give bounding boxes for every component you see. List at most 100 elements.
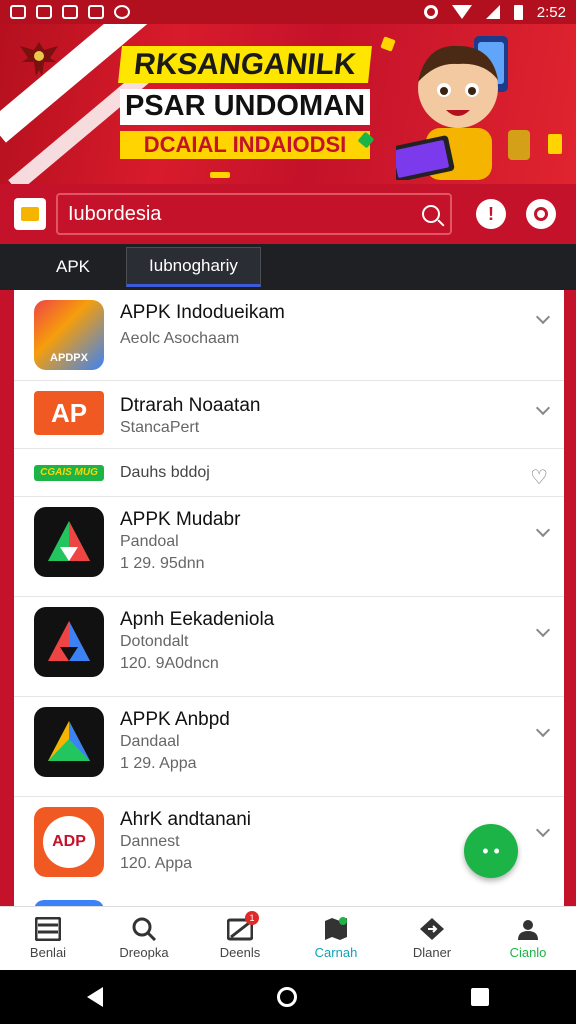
battery-icon — [513, 4, 523, 20]
nav-item-home[interactable]: Benlai — [0, 907, 96, 970]
banner-line-1: RKSANGANILK — [118, 46, 372, 83]
status-time: 2:52 — [536, 3, 566, 21]
alarm-icon — [423, 5, 438, 19]
nav-label: Cianlo — [509, 945, 547, 960]
triangle-logo-icon — [48, 521, 90, 561]
app-meta: 1 29. Appa — [120, 755, 197, 772]
app-subtitle: StancaPert — [120, 419, 200, 436]
app-icon: AP — [34, 391, 104, 435]
more-icon: • • — [482, 840, 500, 861]
app-meta: 120. 9A0dncn — [120, 655, 219, 672]
search-icon[interactable] — [422, 205, 440, 223]
app-icon-text: AP — [50, 397, 88, 428]
promo-badge: CGAIS MUG — [34, 464, 104, 481]
list-item[interactable]: CGAIS MUG Dauhs bddoj ♡ — [14, 449, 564, 497]
nav-item-diamond[interactable]: Dlaner — [384, 907, 480, 970]
settings-button[interactable] — [526, 199, 556, 229]
app-title: Dtrarah Noaatan — [120, 395, 261, 416]
home-notification-icon — [88, 5, 104, 19]
promo-badge-text: CGAIS MUG — [40, 466, 98, 478]
list-item[interactable]: APPK Anbpd Dandaal 1 29. Appa — [14, 697, 564, 797]
list-item[interactable]: Apnh Eekadeniola Dotondalt 120. 9A0dncn — [14, 597, 564, 697]
chevron-down-icon[interactable] — [535, 522, 551, 538]
search-input[interactable]: Iubordesia — [56, 193, 452, 235]
app-icon — [34, 607, 104, 677]
triangle-logo-icon — [48, 721, 90, 761]
info-button[interactable]: ! — [476, 199, 506, 229]
chevron-down-icon[interactable] — [535, 309, 551, 325]
nav-item-search[interactable]: Dreopka — [96, 907, 192, 970]
app-title: APPK Mudabr — [120, 509, 241, 530]
banner-headline: RKSANGANILK PSAR UNDOMAN DCAIAL INDAIODS… — [118, 46, 372, 160]
list-icon — [35, 917, 61, 941]
notification-icons — [10, 5, 130, 19]
nav-item-profile[interactable]: Cianlo — [480, 907, 576, 970]
banner-line-3: DCAIAL INDAIODSI — [120, 130, 370, 160]
close-icon[interactable] — [535, 400, 551, 416]
app-icon-text: ADP — [43, 816, 95, 868]
home-icon[interactable] — [277, 987, 297, 1007]
app-title: Dauhs bddoj — [120, 463, 210, 481]
back-icon[interactable] — [87, 987, 103, 1007]
nav-label: Deenls — [219, 945, 261, 960]
confetti — [210, 172, 230, 178]
system-nav-bar — [0, 970, 576, 1024]
app-subtitle: Dandaal — [120, 733, 180, 750]
list-item[interactable]: AP Dtrarah Noaatan StancaPert — [14, 381, 564, 449]
downloads-icon: 1 — [226, 911, 259, 941]
nav-label: Carnah — [314, 945, 358, 960]
search-bar: Iubordesia ! — [0, 184, 576, 244]
list-item[interactable]: APPK Mudabr Pandoal 1 29. 95dnn — [14, 497, 564, 597]
triangle-logo-icon — [48, 621, 90, 661]
map-icon — [325, 917, 347, 940]
info-icon: ! — [488, 203, 494, 224]
app-meta: 120. Appa — [120, 855, 193, 872]
tab-apk[interactable]: APK — [40, 249, 106, 285]
list-item[interactable]: APDPX APPK Indodueikam Aeolc Asochaam — [14, 290, 564, 381]
mascot-character-icon — [396, 36, 530, 180]
app-title: APPK Anbpd — [120, 709, 230, 730]
wifi-icon — [451, 5, 472, 19]
app-logo-icon[interactable] — [14, 198, 46, 230]
app-list: APDPX APPK Indodueikam Aeolc Asochaam AP… — [14, 290, 564, 906]
app-icon — [34, 507, 104, 577]
app-meta: 1 29. 95dnn — [120, 555, 205, 572]
app-title: Apnh Eekadeniola — [120, 609, 275, 630]
confetti — [548, 134, 562, 154]
app-icon — [62, 5, 78, 19]
app-subtitle: Aeolc Asochaam — [120, 330, 240, 347]
app-subtitle: Dotondalt — [120, 633, 189, 650]
app-icon: APDPX — [34, 300, 104, 370]
chevron-down-icon[interactable] — [535, 622, 551, 638]
recent-apps-icon[interactable] — [471, 988, 489, 1006]
status-bar: 2:52 — [0, 0, 576, 24]
app-title: APPK Indodueikam — [120, 302, 285, 323]
confetti — [380, 36, 396, 52]
heart-icon[interactable]: ♡ — [530, 465, 548, 490]
mail-icon — [36, 5, 52, 19]
app-title: AhrK andtanani — [120, 809, 251, 830]
search-icon — [132, 917, 157, 941]
notification-badge: 1 — [245, 911, 259, 925]
garuda-emblem-icon — [20, 42, 58, 76]
nav-item-map[interactable]: Carnah — [288, 907, 384, 970]
nav-label: Dreopka — [119, 945, 169, 960]
more-fab-button[interactable]: • • — [464, 824, 518, 878]
app-subtitle: Pandoal — [120, 533, 179, 550]
signal-icon — [485, 5, 500, 19]
search-value: Iubordesia — [68, 202, 162, 225]
settings-notification-icon — [114, 5, 130, 19]
nav-item-downloads[interactable]: 1 Deenls — [192, 907, 288, 970]
tab-category[interactable]: Iubnoghariy — [126, 247, 261, 287]
app-icon — [34, 707, 104, 777]
diamond-icon — [420, 918, 444, 940]
nav-label: Dlaner — [412, 945, 452, 960]
tab-bar: APK Iubnoghariy — [0, 244, 576, 290]
chevron-down-icon[interactable] — [535, 822, 551, 838]
gear-icon — [534, 207, 548, 221]
app-icon-text: APDPX — [50, 352, 88, 364]
bottom-nav: Benlai Dreopka 1 Deenls Carnah Dlaner Ci… — [0, 906, 576, 970]
chevron-down-icon[interactable] — [535, 722, 551, 738]
promo-banner[interactable]: RKSANGANILK PSAR UNDOMAN DCAIAL INDAIODS… — [0, 24, 576, 184]
banner-line-2: PSAR UNDOMAN — [120, 89, 370, 125]
